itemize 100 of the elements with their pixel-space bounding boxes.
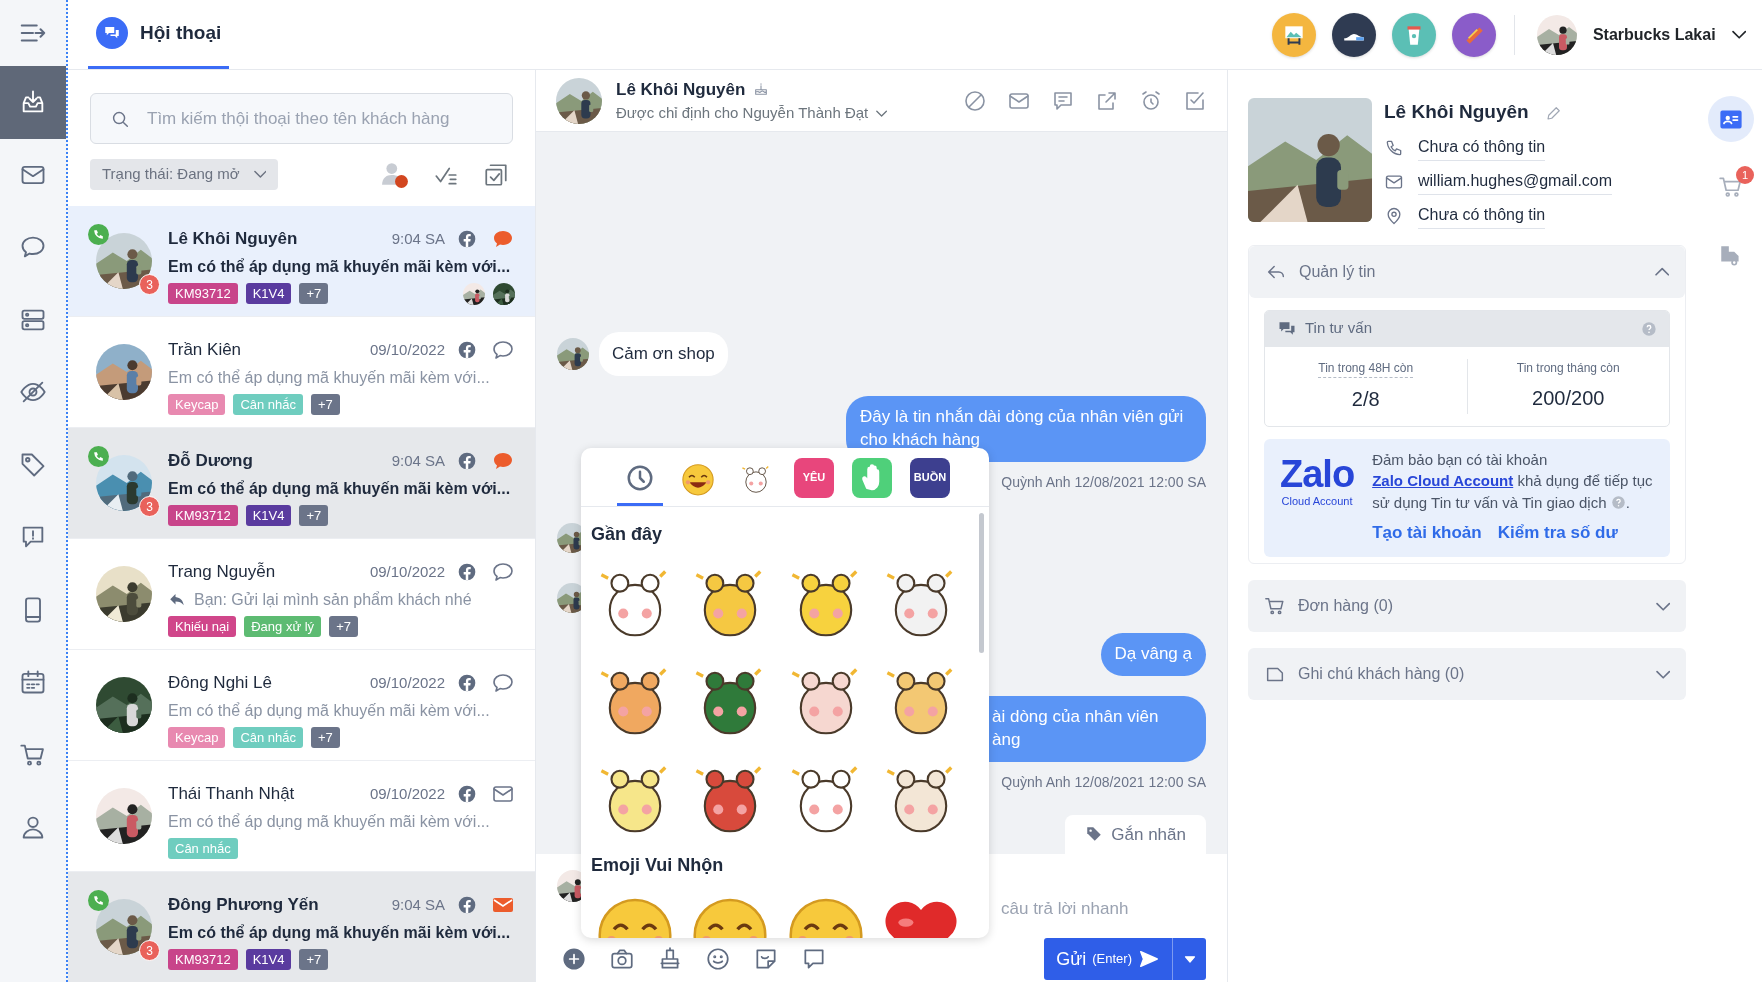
- message-time: 09/10/2022: [369, 783, 445, 804]
- cake-icon: [753, 81, 770, 98]
- cart-icon: [1718, 174, 1744, 200]
- block-button[interactable]: [963, 88, 987, 113]
- add-button[interactable]: [561, 946, 587, 972]
- message-bubble: Dạ vâng ạ: [1100, 632, 1206, 676]
- message-preview: Em có thể áp dụng mã khuyến mãi kèm với...: [168, 811, 490, 832]
- block-icon: [963, 88, 987, 113]
- message-preview: Bạn: Gửi lại mình sản phẩm khách nhé: [194, 589, 472, 610]
- send-button[interactable]: Gửi (Enter): [1044, 938, 1172, 980]
- section-header[interactable]: Đơn hàng (0): [1248, 580, 1686, 633]
- tag-label: K1V4: [245, 504, 292, 526]
- alarm-icon: [1139, 88, 1163, 113]
- contact-name: Đỗ Dương: [168, 450, 254, 472]
- section-header[interactable]: Ghi chú khách hàng (0): [1248, 648, 1686, 701]
- facebook-icon: [457, 672, 477, 693]
- tag-label: +7: [311, 393, 340, 415]
- customer-name: Lê Khôi Nguyên: [1384, 100, 1529, 124]
- phone-field[interactable]: Chưa có thông tin: [1418, 134, 1546, 161]
- message-preview: Em có thể áp dụng mã khuyến mãi kèm với...: [168, 922, 511, 943]
- stat-value: 200/200: [1532, 385, 1605, 411]
- message-meta: Quỳnh Anh 12/08/2021 12:00 SA: [1001, 472, 1206, 492]
- assign-filter-button[interactable]: [381, 160, 409, 189]
- contact-name: Trang Nguyễn: [168, 561, 277, 583]
- tag-label: KM93712: [168, 948, 238, 970]
- count-badge: 1: [1736, 166, 1754, 184]
- tag-label: Cân nhắc: [168, 837, 238, 859]
- message-preview: Em có thể áp dụng mã khuyến mãi kèm với...: [168, 367, 490, 388]
- contact-name: Trần Kiên: [168, 339, 243, 361]
- chevron-down-icon: [1731, 29, 1746, 40]
- tag-label: Cân nhắc: [233, 726, 304, 748]
- user-icon: [381, 160, 409, 189]
- side-tab[interactable]: [1708, 96, 1754, 142]
- account-menu[interactable]: Starbucks Lakai: [1536, 14, 1746, 55]
- tag-label: Keycap: [168, 393, 226, 415]
- message-preview: Em có thể áp dụng mã khuyến mãi kèm với...: [168, 256, 511, 277]
- contact-name: Lê Khôi Nguyên: [168, 228, 299, 250]
- facebook-icon: [457, 894, 477, 915]
- account-link[interactable]: Zalo Cloud Account: [1372, 472, 1514, 490]
- stat-label: Tin trong tháng còn: [1516, 359, 1620, 377]
- nav-item[interactable]: [0, 66, 66, 139]
- search-box[interactable]: Tìm kiếm thội thoại theo tên khách hàng: [90, 93, 513, 144]
- action-link[interactable]: Tạo tài khoản: [1372, 519, 1482, 546]
- message-time: 9:04 SA: [391, 450, 445, 471]
- tag-label: Keycap: [168, 726, 226, 748]
- email-field[interactable]: william.hughes@gmail.com: [1418, 168, 1613, 195]
- message-bubble: Cảm ơn shop: [599, 332, 728, 376]
- message-time: 09/10/2022: [369, 561, 445, 582]
- facebook-icon: [457, 228, 477, 249]
- search-field[interactable]: Tìm kiếm thội thoại theo tên khách hàng: [145, 104, 494, 133]
- action-link[interactable]: Kiểm tra số dư: [1497, 519, 1618, 546]
- chat-icon: [801, 946, 827, 972]
- section-title: Emoji Vui Nhộn: [591, 854, 725, 877]
- status-filter-dropdown[interactable]: Trạng thái: Đang mở: [90, 159, 279, 190]
- tag-label: Cân nhắc: [233, 393, 304, 415]
- photo-button[interactable]: [609, 946, 635, 972]
- add-label-button[interactable]: Gắn nhãn: [1065, 814, 1206, 854]
- assignee-dropdown[interactable]: Được chỉ định cho Nguyễn Thành Đạt: [616, 102, 888, 125]
- scrollbar[interactable]: [979, 513, 984, 653]
- chevron-down-icon: [1655, 669, 1670, 679]
- facebook-icon: [457, 339, 477, 360]
- unread-count-badge: 3: [139, 940, 160, 961]
- facebook-icon: [457, 450, 477, 471]
- tag-label: +7: [299, 504, 329, 526]
- tag-label: Đang xử lý: [244, 615, 322, 637]
- address-field[interactable]: Chưa có thông tin: [1418, 202, 1546, 229]
- tag-label: +7: [329, 615, 358, 637]
- tag-label: K1V4: [245, 948, 292, 970]
- hand-icon: [852, 457, 892, 498]
- conversation-item[interactable]: 3 Đông Phương Yến 9:04 SA Em có thể áp dụng mã khuyến mãi kèm với... KM93712 K1V4 +7: [68, 872, 535, 982]
- tag-label: KM93712: [168, 282, 238, 305]
- select-all-button[interactable]: [483, 161, 509, 188]
- pencil-icon: [1544, 104, 1563, 122]
- message-time: 9:04 SA: [391, 228, 445, 249]
- contact-name: Đông Nghi Lê: [168, 672, 273, 694]
- emoji-button[interactable]: [705, 946, 731, 972]
- send-options-button[interactable]: [1172, 938, 1206, 980]
- section-title: Gần đây: [591, 523, 664, 546]
- tag-label: Khiếu nại: [168, 615, 237, 637]
- message-bubble: Đây là tin nhắn dài dòng của nhân viên gửi cho khách hàng: [846, 395, 1206, 462]
- app-icon[interactable]: [1451, 12, 1496, 57]
- reminder-button[interactable]: [1139, 88, 1163, 113]
- tag-label: K1V4: [245, 282, 292, 305]
- app-icon[interactable]: [1331, 12, 1376, 57]
- tag-label: +7: [299, 948, 329, 970]
- chevron-up-icon: [1654, 266, 1669, 277]
- conversation-item[interactable]: 3 Lê Khôi Nguyên 9:04 SA Em có thể áp dụng mã khuyến mãi kèm với... KM93712 K1V4 +7: [68, 206, 535, 317]
- quick-reply-button[interactable]: [801, 946, 827, 972]
- conversations-tab[interactable]: Hội thoại: [88, 0, 230, 69]
- message-preview: Em có thể áp dụng mã khuyến mãi kèm với...: [168, 478, 511, 499]
- help-icon: [1641, 320, 1657, 337]
- chevron-down-icon: [876, 109, 888, 117]
- message-time: 09/10/2022: [369, 339, 445, 360]
- sticker-button[interactable]: [753, 946, 779, 972]
- section-header[interactable]: Quản lý tin: [1249, 245, 1685, 298]
- tag-label: +7: [311, 726, 340, 748]
- sticker-icon: [753, 946, 779, 972]
- logo-subtitle: Cloud Account: [1281, 493, 1353, 509]
- tag-label: KM93712: [168, 504, 238, 526]
- conversation-item[interactable]: 3 Đỗ Dương 9:04 SA Em có thể áp dụng mã khuyến mãi kèm với... KM93712 K1V4 +7: [68, 428, 535, 539]
